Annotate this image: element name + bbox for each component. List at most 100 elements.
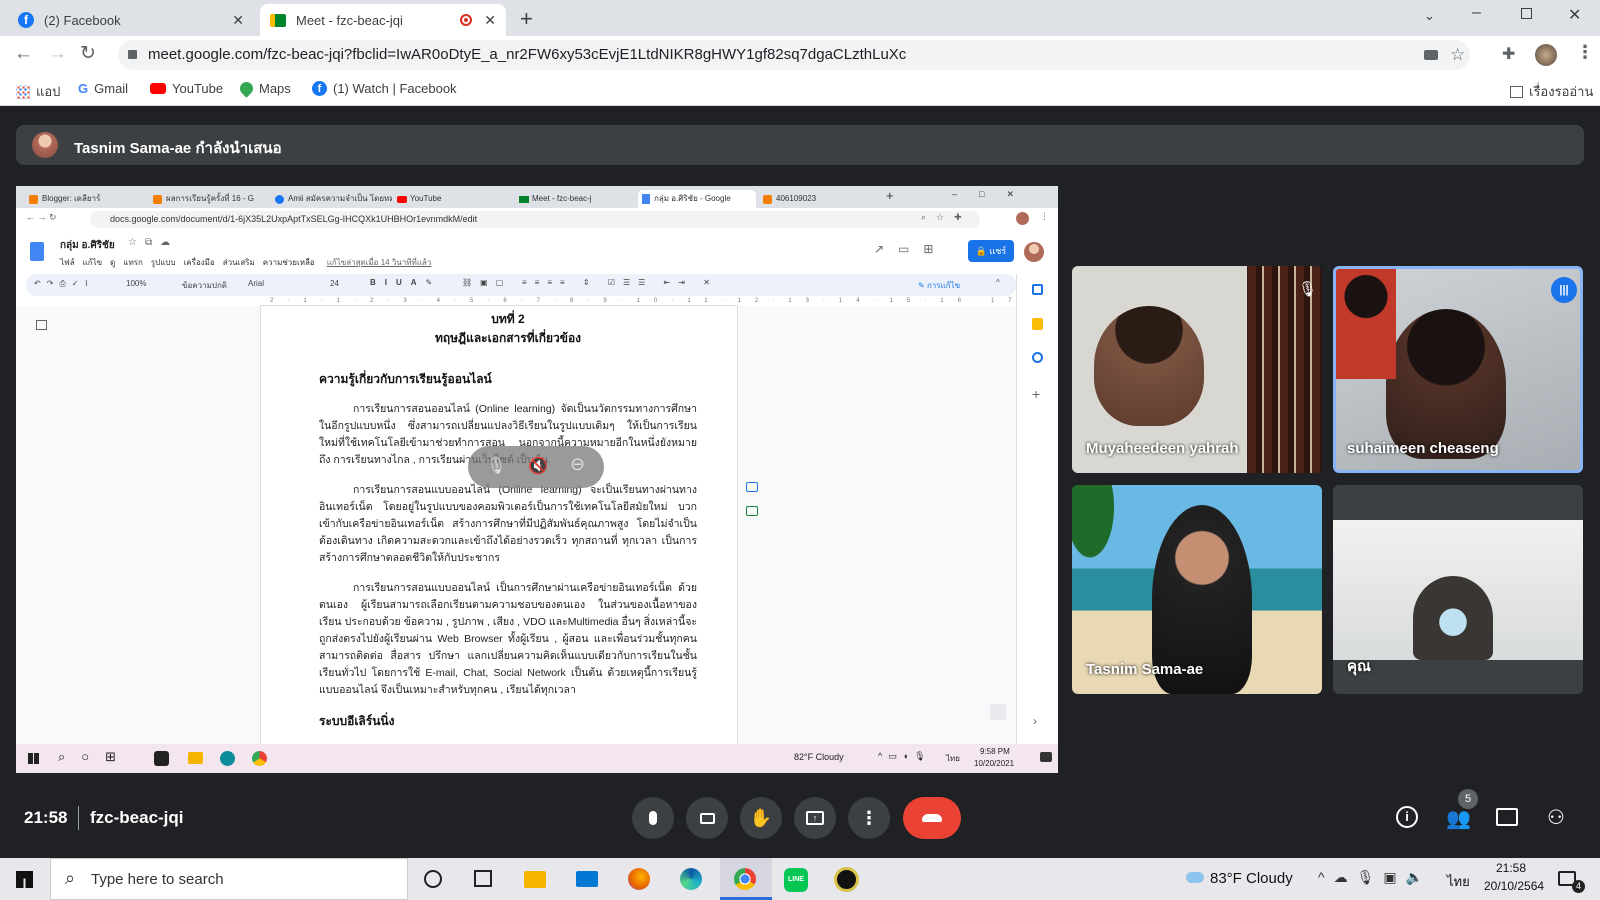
chrome-taskbar-icon[interactable] xyxy=(720,858,772,900)
menu-kebab-icon[interactable]: ⋮ xyxy=(1576,42,1594,63)
facebook-icon: f xyxy=(312,81,327,96)
tab-meet[interactable]: Meet - fzc-beac-jqi ✕ xyxy=(260,4,506,36)
taskbar-search-box[interactable]: ⌕ Type here to search xyxy=(50,858,408,900)
shared-edge-icon xyxy=(220,751,235,766)
bookmark-apps[interactable]: แอป xyxy=(16,81,60,102)
participant-tile[interactable]: ||| suhaimeen cheaseng xyxy=(1333,266,1583,473)
bookmark-youtube[interactable]: YouTube xyxy=(150,81,223,96)
reading-list-icon xyxy=(1510,85,1523,98)
line-app-icon[interactable]: LINE xyxy=(784,868,808,892)
tab-facebook[interactable]: f (2) Facebook ✕ xyxy=(8,4,254,36)
microphone-button[interactable] xyxy=(632,797,674,839)
blogger-icon xyxy=(153,195,162,204)
participant-tile[interactable]: Tasnim Sama-ae xyxy=(1072,485,1322,694)
docs-toolbar: ↶↷⎙✓⌇ 100% ข้อความปกติ Arial 24 BIUA✎ ⛓▣… xyxy=(26,274,1016,296)
add-icon: + xyxy=(1032,386,1041,402)
profile-avatar[interactable] xyxy=(1535,44,1557,66)
docs-undo-redo-print-icons: ↶↷⎙✓⌇ xyxy=(34,279,95,288)
input-language[interactable]: ไทย xyxy=(1447,871,1470,892)
bookmark-maps[interactable]: Maps xyxy=(237,79,291,98)
meeting-details-icon[interactable]: i xyxy=(1396,806,1418,828)
activities-icon[interactable]: ⚇ xyxy=(1547,805,1565,830)
close-tab-icon[interactable]: ✕ xyxy=(484,12,496,29)
doc-title: กลุ่ม อ.ศิริชัย xyxy=(60,240,115,251)
participant-name: Tasnim Sama-ae xyxy=(1086,661,1204,678)
bookmark-label: Gmail xyxy=(94,81,129,96)
tab-search-icon[interactable]: ⌄ xyxy=(1424,8,1435,24)
shared-new-tab-icon: + xyxy=(886,188,894,203)
close-tab-icon[interactable]: ✕ xyxy=(232,12,244,29)
meet-icon xyxy=(519,196,529,203)
docs-header-icons: ↗▭⊞ xyxy=(874,242,948,256)
leave-call-button[interactable] xyxy=(903,797,961,839)
participant-video xyxy=(1386,309,1506,459)
maximize-button[interactable] xyxy=(1521,8,1532,19)
minimize-button[interactable]: – xyxy=(1472,4,1481,22)
shared-profile-avatar xyxy=(1016,212,1029,225)
close-window-button[interactable]: ✕ xyxy=(1568,5,1581,25)
firefox-icon[interactable] xyxy=(628,868,650,890)
docs-ruler: 2·1·1·2·3·4·5·6·7·8·9·10·11·12·13·14·15·… xyxy=(260,296,1058,306)
participant-tile-self[interactable]: คุณ xyxy=(1333,485,1583,694)
present-screen-button[interactable]: ↑ xyxy=(794,797,836,839)
raise-hand-button[interactable]: ✋ xyxy=(740,797,782,839)
docs-menu: ไฟล์ แก้ไข ดู แทรก รูปแบบ เครื่องมือ ส่วนเสริม… xyxy=(60,258,432,267)
camera-icon[interactable] xyxy=(1424,50,1438,60)
shared-nav-icons: ← → ↻ xyxy=(26,212,57,222)
chat-icon[interactable] xyxy=(1496,808,1518,826)
more-options-button[interactable]: ⋮ xyxy=(848,797,890,839)
shared-taskbar: ⌕○⊞ 82°F Cloudy ^▭◖🎙 ไทย 9:58 PM 10/20/2… xyxy=(16,744,1058,773)
expand-icon: › xyxy=(1033,714,1037,728)
microphone-icon xyxy=(649,811,657,825)
mail-icon[interactable] xyxy=(576,871,598,887)
camera-button[interactable] xyxy=(686,797,728,839)
tasks-icon xyxy=(1032,352,1043,363)
task-view-icon[interactable] xyxy=(474,870,492,887)
clock-date[interactable]: 20/10/2564 xyxy=(1484,879,1544,893)
new-tab-button[interactable]: + xyxy=(520,6,533,32)
reload-button[interactable]: ↻ xyxy=(80,42,96,65)
shared-tab: ผลการเรียนรู้ครั้งที่ 16 - G xyxy=(150,190,270,208)
google-icon: G xyxy=(78,81,89,96)
people-icon[interactable]: 👥 xyxy=(1446,806,1471,831)
lock-icon xyxy=(128,50,137,59)
meeting-controls-bar: 21:58 fzc-beac-jqi ✋ ↑ ⋮ i 👥 5 ⚇ xyxy=(0,773,1600,858)
shared-tab-strip: Blogger: เดลียาร์ ผลการเรียนรู้ครั้งที่ … xyxy=(16,186,1058,208)
docs-logo-icon xyxy=(30,242,44,261)
system-tray-icons[interactable]: ^☁🎙▣🔈 xyxy=(1318,869,1432,886)
windows-start-icon[interactable] xyxy=(16,871,33,888)
cortana-icon[interactable] xyxy=(424,870,442,888)
participant-name: suhaimeen cheaseng xyxy=(1347,440,1499,457)
clock-time[interactable]: 21:58 xyxy=(1496,861,1526,875)
chapter-number: บทที่ 2 xyxy=(491,312,525,326)
url-bar[interactable]: meet.google.com/fzc-beac-jqi?fbclid=IwAR… xyxy=(118,40,1470,70)
obs-icon[interactable] xyxy=(834,867,859,892)
star-icon[interactable]: ☆ xyxy=(1450,40,1465,70)
reading-list-label: เรื่องรออ่าน xyxy=(1529,84,1594,99)
shared-taskbar-icons: ⌕○⊞ xyxy=(58,749,133,764)
shared-chrome-icon xyxy=(252,751,267,766)
bookmarks-bar: แอป G Gmail YouTube Maps f (1) Watch | F… xyxy=(0,74,1600,106)
background-person xyxy=(1336,269,1396,379)
meeting-time: 21:58 xyxy=(24,808,68,827)
docs-avatar xyxy=(1024,242,1044,262)
shared-tray-icons: ^▭◖🎙 xyxy=(878,751,932,761)
explore-button xyxy=(990,704,1006,720)
reading-list[interactable]: เรื่องรออ่าน xyxy=(1510,81,1593,102)
weather-widget[interactable]: 83°F Cloudy xyxy=(1186,870,1293,887)
participant-name: คุณ xyxy=(1347,658,1371,675)
participant-tile[interactable]: 🎙 Muyaheedeen yahrah xyxy=(1072,266,1322,473)
forward-button[interactable]: → xyxy=(48,43,67,65)
docs-editing-mode: ✎ การแก้ไข xyxy=(918,281,961,290)
extensions-icon[interactable]: ✚ xyxy=(1502,44,1515,64)
back-button[interactable]: ← xyxy=(14,43,33,65)
bookmark-gmail[interactable]: G Gmail xyxy=(78,81,128,96)
docs-side-panel: + › xyxy=(1016,274,1058,744)
bookmark-facebook-watch[interactable]: f (1) Watch | Facebook xyxy=(312,81,457,96)
section-heading: ความรู้เกี่ยวกับการเรียนรู้ออนไลน์ xyxy=(319,372,492,386)
bookmark-label: แอป xyxy=(36,84,61,99)
edge-icon[interactable] xyxy=(680,868,702,890)
maps-pin-icon xyxy=(237,79,256,98)
file-explorer-icon[interactable] xyxy=(524,871,546,888)
tab-title: (2) Facebook xyxy=(44,12,121,28)
